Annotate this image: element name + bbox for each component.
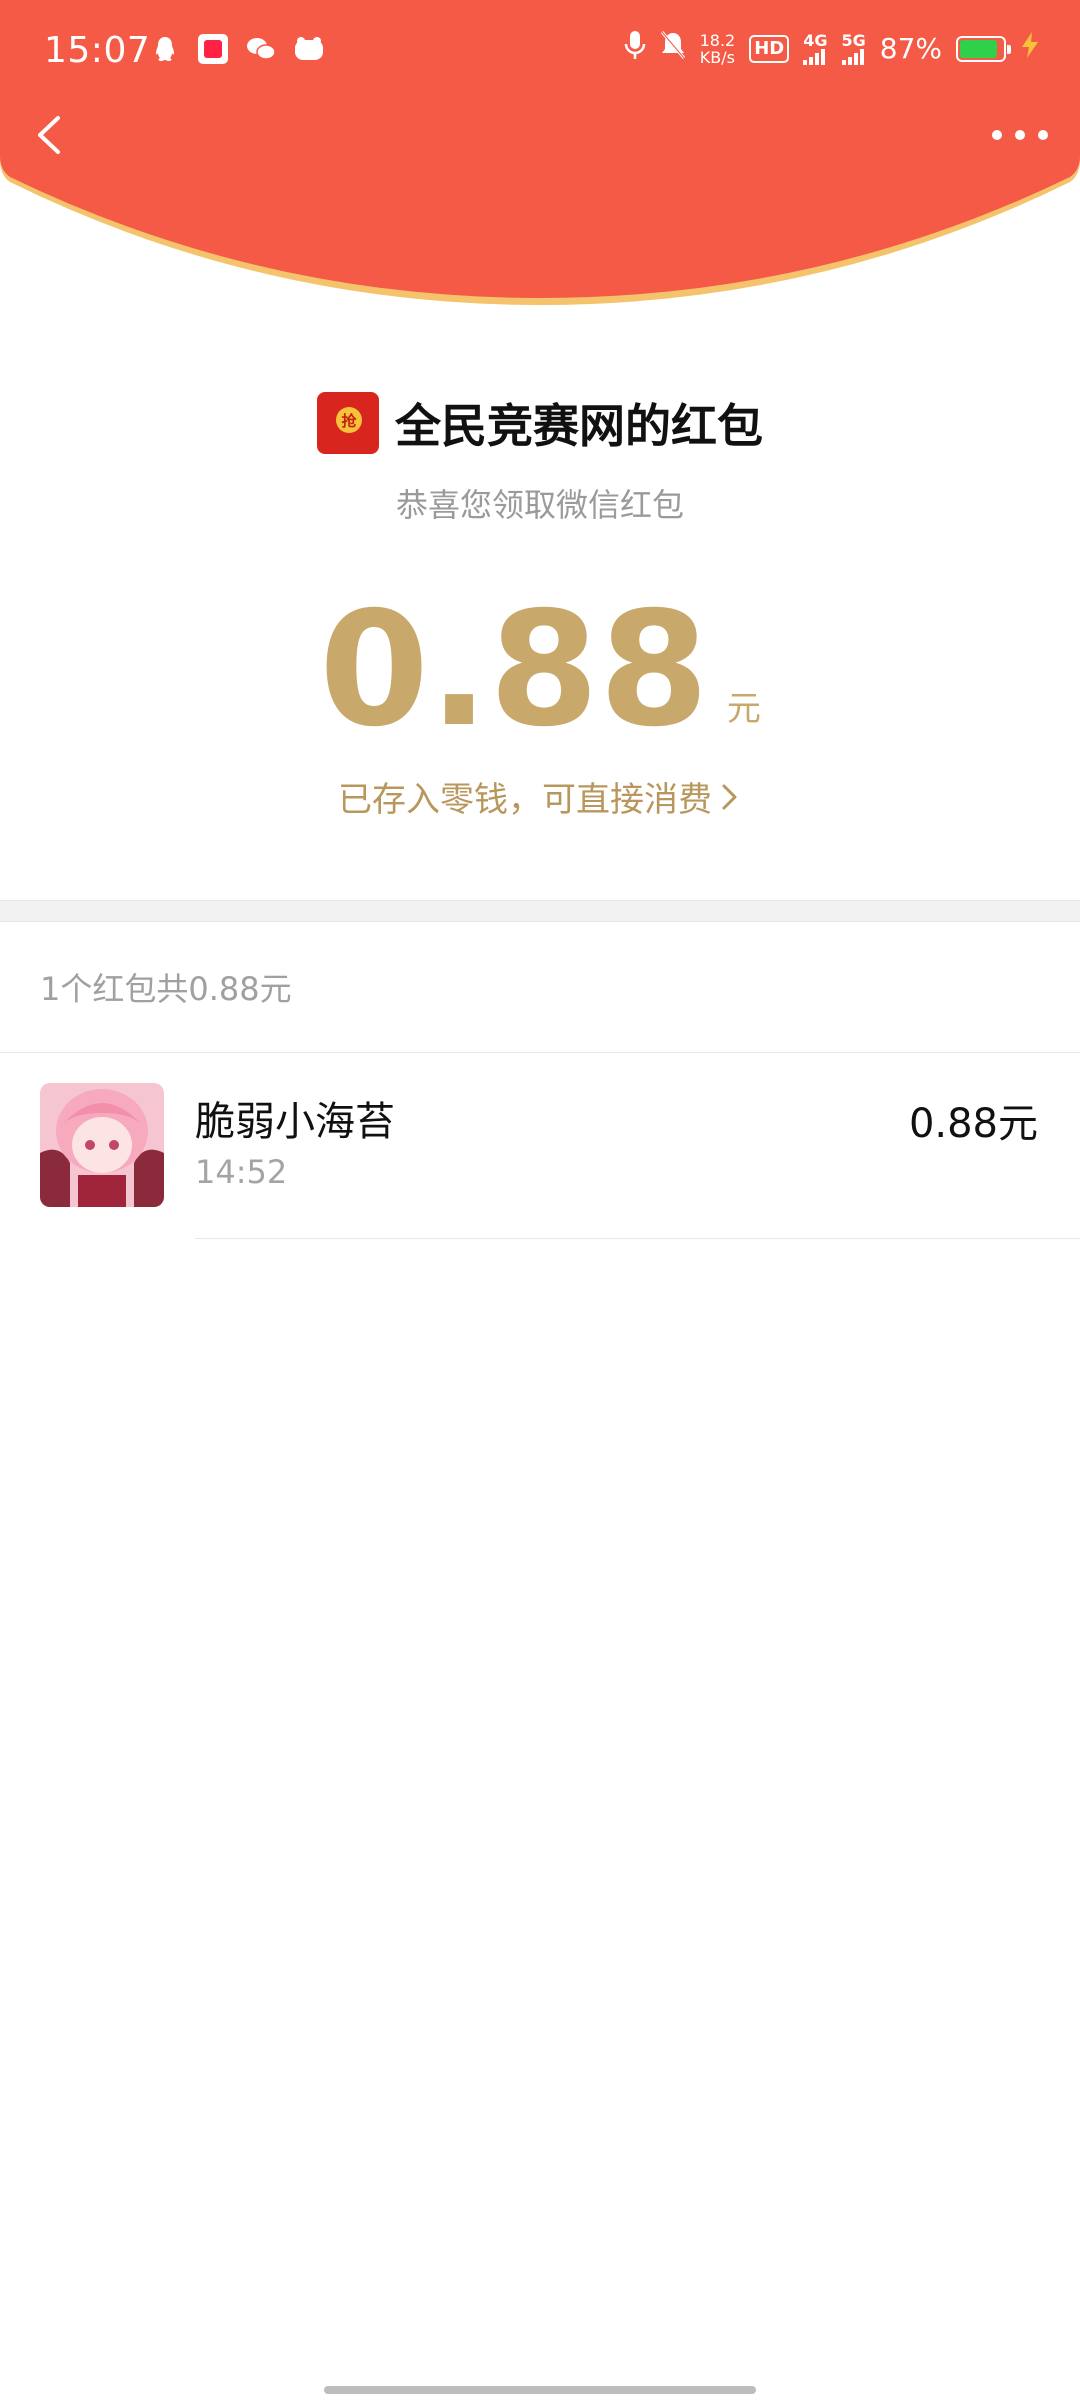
back-button[interactable] <box>28 110 78 160</box>
amount-unit: 元 <box>726 689 761 729</box>
red-packet-title-row: 抢 全民竞赛网的红包 <box>0 390 1080 456</box>
record-sender-name: 脆弱小海苔 <box>195 1099 395 1145</box>
received-amount: 0.88 <box>319 578 709 762</box>
deposit-link-label: 已存入零钱，可直接消费 <box>338 780 712 820</box>
signal-5g-label: 5G <box>841 30 866 50</box>
dewu-icon <box>294 34 324 64</box>
more-options-button[interactable] <box>992 118 1048 152</box>
signal-4g-label: 4G <box>803 30 828 50</box>
notification-icons <box>150 34 324 64</box>
mute-bell-icon <box>660 30 686 67</box>
charging-icon <box>1020 31 1040 66</box>
more-dot-icon <box>992 130 1002 140</box>
network-speed-value: 18.2 <box>699 30 736 50</box>
network-speed: 18.2 KB/s <box>700 32 736 66</box>
more-dot-icon <box>1015 130 1025 140</box>
list-item[interactable]: 脆弱小海苔 14:52 0.88元 <box>0 1053 1080 1239</box>
status-time: 15:07 <box>44 30 151 71</box>
battery-icon <box>956 35 1011 62</box>
avatar[interactable] <box>40 1083 164 1207</box>
hd-badge: HD <box>749 34 790 63</box>
status-right-icons: 18.2 KB/s HD 4G 5G 87% <box>624 30 1040 67</box>
home-indicator[interactable] <box>324 2386 756 2394</box>
chevron-right-icon <box>722 784 737 809</box>
deposit-to-change-link[interactable]: 已存入零钱，可直接消费 <box>0 772 1080 821</box>
microphone-icon <box>624 30 646 67</box>
network-speed-unit: KB/s <box>699 47 735 67</box>
signal-5g-icon: 5G <box>841 30 866 65</box>
red-packet-coin-glyph: 抢 <box>336 407 362 433</box>
section-divider <box>0 900 1080 922</box>
record-time: 14:52 <box>195 1153 288 1191</box>
red-packet-title: 全民竞赛网的红包 <box>395 399 763 453</box>
red-packet-subtitle: 恭喜您领取微信红包 <box>395 486 684 524</box>
battery-percent: 87% <box>879 32 942 65</box>
amount-row: 0.88 元 <box>0 590 1080 750</box>
divider <box>195 1238 1080 1239</box>
qq-icon <box>150 34 180 64</box>
more-dot-icon <box>1038 130 1048 140</box>
wechat-icon <box>246 34 276 64</box>
red-packet-icon: 抢 <box>317 392 379 454</box>
red-packet-summary: 1个红包共0.88元 <box>40 970 292 1008</box>
signal-4g-icon: 4G <box>803 30 828 65</box>
status-bar: 15:07 18.2 KB/s HD 4G 5G 87% <box>0 0 1080 106</box>
xiaohongshu-icon <box>198 34 228 64</box>
record-amount: 0.88元 <box>908 1101 1038 1147</box>
